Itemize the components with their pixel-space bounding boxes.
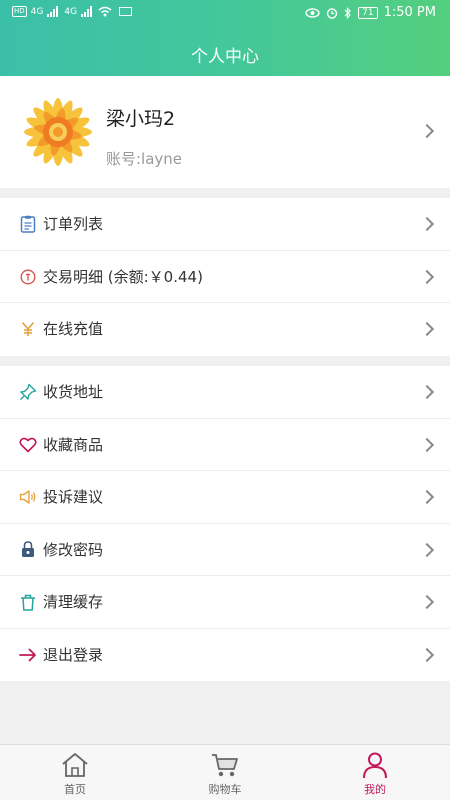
menu-item-transactions[interactable]: 交易明细 (余额:￥0.44) xyxy=(0,251,450,303)
home-icon xyxy=(62,753,88,777)
network-type-2: 4G xyxy=(64,6,78,17)
account-id: 账号:layne xyxy=(106,150,183,168)
chevron-right-icon xyxy=(419,647,435,662)
menu-item-label: 退出登录 xyxy=(43,645,104,664)
logout-arrow-icon xyxy=(18,645,38,665)
battery-icon: 71 xyxy=(358,6,378,19)
status-right: 71 1:50 PM xyxy=(305,5,436,20)
chevron-right-icon xyxy=(419,594,435,610)
signal-icon xyxy=(47,6,59,17)
signal-icon-2 xyxy=(81,6,93,17)
pin-icon xyxy=(18,382,38,402)
chevron-right-icon xyxy=(419,542,435,557)
hd-badge: HD xyxy=(12,6,27,17)
status-bar: HD 4G 4G 71 1:50 PM xyxy=(0,0,450,28)
header: HD 4G 4G 71 1:50 PM 个人中心 xyxy=(0,0,450,76)
status-time: 1:50 PM xyxy=(383,5,436,20)
chevron-right-icon xyxy=(419,123,435,139)
menu-item-favorites[interactable]: 收藏商品 xyxy=(0,419,450,471)
chevron-right-icon xyxy=(419,437,435,452)
chevron-right-icon xyxy=(419,216,435,232)
menu-item-address[interactable]: 收货地址 xyxy=(0,366,450,419)
tab-home[interactable]: 首页 xyxy=(0,745,150,800)
tab-cart[interactable]: 购物车 xyxy=(150,745,300,800)
speaker-icon xyxy=(18,487,38,507)
cart-icon xyxy=(212,754,238,777)
wifi-icon xyxy=(98,6,112,17)
mail-icon xyxy=(119,7,133,16)
menu-item-change-password[interactable]: 修改密码 xyxy=(0,524,450,576)
menu-group-orders: 订单列表 交易明细 (余额:￥0.44) 在线充值 xyxy=(0,198,450,356)
person-icon xyxy=(363,752,387,779)
trash-icon xyxy=(18,592,38,612)
menu-item-logout[interactable]: 退出登录 xyxy=(0,629,450,682)
menu-item-label: 投诉建议 xyxy=(43,488,104,506)
page-title: 个人中心 xyxy=(191,47,259,67)
menu-item-label: 清理缓存 xyxy=(43,593,104,611)
menu-item-order-list[interactable]: 订单列表 xyxy=(0,198,450,251)
tab-label: 我的 xyxy=(364,783,386,796)
heart-icon xyxy=(18,435,38,455)
tab-label: 首页 xyxy=(64,783,86,796)
network-type-1: 4G xyxy=(30,6,44,17)
chevron-right-icon xyxy=(419,321,435,337)
menu-item-label: 在线充值 xyxy=(43,320,104,338)
menu-item-label: 订单列表 xyxy=(43,215,104,233)
menu-item-label: 交易明细 (余额:￥0.44) xyxy=(43,267,203,286)
avatar[interactable] xyxy=(22,96,94,168)
chevron-right-icon xyxy=(419,269,435,284)
menu-item-label: 收藏商品 xyxy=(43,435,104,454)
yen-icon xyxy=(18,319,38,339)
chevron-right-icon xyxy=(419,384,435,400)
order-list-icon xyxy=(18,214,38,234)
menu-item-label: 收货地址 xyxy=(43,383,104,401)
menu-item-clear-cache[interactable]: 清理缓存 xyxy=(0,576,450,629)
username: 梁小玛2 xyxy=(106,108,176,130)
alarm-icon xyxy=(326,7,338,19)
menu-item-recharge[interactable]: 在线充值 xyxy=(0,303,450,356)
tab-label: 购物车 xyxy=(208,783,242,796)
chevron-right-icon xyxy=(419,489,435,505)
transaction-icon xyxy=(18,267,38,287)
menu-item-feedback[interactable]: 投诉建议 xyxy=(0,471,450,524)
status-left: HD 4G 4G xyxy=(12,6,133,17)
eye-icon xyxy=(305,7,320,18)
menu-group-settings: 收货地址 收藏商品 投诉建议 修改密码 清理缓存 退出登录 xyxy=(0,366,450,681)
bottom-tab-bar: 首页 购物车 我的 xyxy=(0,744,450,800)
menu-item-label: 修改密码 xyxy=(43,540,104,559)
profile-card[interactable]: 梁小玛2 账号:layne xyxy=(0,76,450,188)
tab-mine[interactable]: 我的 xyxy=(300,745,450,800)
bluetooth-icon xyxy=(344,6,352,19)
lock-icon xyxy=(18,540,38,560)
